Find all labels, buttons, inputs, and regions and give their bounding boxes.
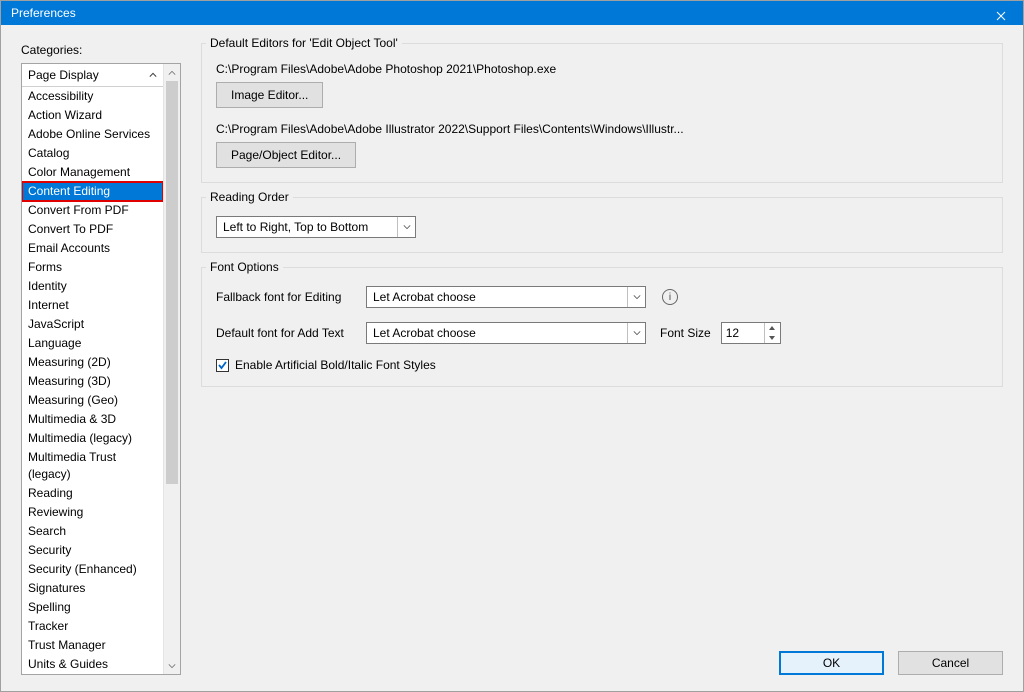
reading-order-group: Reading Order Left to Right, Top to Bott…	[201, 197, 1003, 253]
category-item[interactable]: Catalog	[22, 144, 163, 163]
category-item[interactable]: Measuring (2D)	[22, 353, 163, 372]
select-arrow	[397, 217, 415, 237]
category-item[interactable]: Content Editing	[22, 182, 163, 201]
category-item[interactable]: Identity	[22, 277, 163, 296]
reading-order-legend: Reading Order	[206, 190, 293, 204]
info-icon[interactable]: i	[662, 289, 678, 305]
categories-scrollbar[interactable]	[163, 64, 180, 674]
image-editor-button[interactable]: Image Editor...	[216, 82, 323, 108]
category-item[interactable]: Search	[22, 522, 163, 541]
chevron-down-icon	[769, 336, 775, 340]
select-arrow	[627, 323, 645, 343]
category-item[interactable]: Tracker	[22, 617, 163, 636]
category-item[interactable]: Reviewing	[22, 503, 163, 522]
fallback-font-row: Fallback font for Editing Let Acrobat ch…	[216, 286, 988, 308]
category-item[interactable]: Action Wizard	[22, 106, 163, 125]
category-item[interactable]: Internet	[22, 296, 163, 315]
categories-header-text: Page Display	[28, 68, 99, 82]
categories-items: AccessibilityAction WizardAdobe Online S…	[22, 87, 163, 674]
chevron-up-icon	[769, 326, 775, 330]
spinner-buttons	[764, 323, 780, 343]
check-icon	[217, 360, 228, 371]
chevron-down-icon	[168, 662, 176, 670]
reading-order-value: Left to Right, Top to Bottom	[223, 220, 368, 234]
artificial-styles-row: Enable Artificial Bold/Italic Font Style…	[216, 358, 988, 372]
close-icon	[996, 11, 1006, 21]
category-item[interactable]: Reading	[22, 484, 163, 503]
dialog-body: Categories: Page Display AccessibilityAc…	[1, 25, 1023, 691]
category-item[interactable]: Units & Guides	[22, 655, 163, 674]
categories-label: Categories:	[21, 43, 181, 57]
fallback-font-label: Fallback font for Editing	[216, 290, 356, 304]
category-item[interactable]: Color Management	[22, 163, 163, 182]
category-item[interactable]: Convert To PDF	[22, 220, 163, 239]
page-editor-path: C:\Program Files\Adobe\Adobe Illustrator…	[216, 122, 988, 136]
category-item[interactable]: JavaScript	[22, 315, 163, 334]
category-item[interactable]: Measuring (Geo)	[22, 391, 163, 410]
default-editors-group: Default Editors for 'Edit Object Tool' C…	[201, 43, 1003, 183]
spinner-up[interactable]	[765, 323, 780, 333]
ok-button[interactable]: OK	[779, 651, 884, 675]
scroll-thumb[interactable]	[166, 81, 178, 484]
scroll-down-button[interactable]	[164, 657, 180, 674]
page-editor-row: C:\Program Files\Adobe\Adobe Illustrator…	[216, 122, 988, 168]
category-item[interactable]: Adobe Online Services	[22, 125, 163, 144]
image-editor-row: C:\Program Files\Adobe\Adobe Photoshop 2…	[216, 62, 988, 108]
categories-list-wrap: Page Display AccessibilityAction WizardA…	[21, 63, 181, 675]
chevron-down-icon	[633, 293, 641, 301]
category-item[interactable]: Accessibility	[22, 87, 163, 106]
category-item[interactable]: Multimedia & 3D	[22, 410, 163, 429]
settings-panel: Default Editors for 'Edit Object Tool' C…	[201, 43, 1003, 675]
default-editors-legend: Default Editors for 'Edit Object Tool'	[206, 36, 402, 50]
font-size-value: 12	[726, 326, 739, 340]
category-item[interactable]: Multimedia Trust (legacy)	[22, 448, 163, 484]
fallback-font-value: Let Acrobat choose	[373, 290, 476, 304]
artificial-styles-checkbox[interactable]	[216, 359, 229, 372]
font-options-group: Font Options Fallback font for Editing L…	[201, 267, 1003, 387]
spinner-down[interactable]	[765, 333, 780, 343]
default-font-select[interactable]: Let Acrobat choose	[366, 322, 646, 344]
titlebar: Preferences	[1, 1, 1023, 25]
category-item[interactable]: Forms	[22, 258, 163, 277]
cancel-button[interactable]: Cancel	[898, 651, 1003, 675]
font-options-legend: Font Options	[206, 260, 283, 274]
categories-listbox[interactable]: Page Display AccessibilityAction WizardA…	[22, 64, 163, 674]
window-title: Preferences	[11, 6, 76, 20]
image-editor-path: C:\Program Files\Adobe\Adobe Photoshop 2…	[216, 62, 988, 76]
reading-order-select[interactable]: Left to Right, Top to Bottom	[216, 216, 416, 238]
default-font-value: Let Acrobat choose	[373, 326, 476, 340]
dialog-footer: OK Cancel	[201, 651, 1003, 675]
default-font-label: Default font for Add Text	[216, 326, 356, 340]
category-item[interactable]: Trust Manager	[22, 636, 163, 655]
category-item[interactable]: Multimedia (legacy)	[22, 429, 163, 448]
category-item[interactable]: Security (Enhanced)	[22, 560, 163, 579]
categories-panel: Categories: Page Display AccessibilityAc…	[21, 43, 181, 675]
close-button[interactable]	[978, 1, 1023, 31]
chevron-down-icon	[633, 329, 641, 337]
font-size-label: Font Size	[660, 326, 711, 340]
categories-header[interactable]: Page Display	[22, 64, 163, 87]
category-item[interactable]: Spelling	[22, 598, 163, 617]
category-item[interactable]: Measuring (3D)	[22, 372, 163, 391]
scroll-track[interactable]	[164, 81, 180, 657]
default-font-row: Default font for Add Text Let Acrobat ch…	[216, 322, 988, 344]
fallback-font-select[interactable]: Let Acrobat choose	[366, 286, 646, 308]
category-item[interactable]: Security	[22, 541, 163, 560]
select-arrow	[627, 287, 645, 307]
category-item[interactable]: Signatures	[22, 579, 163, 598]
chevron-up-icon	[168, 69, 176, 77]
category-item[interactable]: Email Accounts	[22, 239, 163, 258]
category-item[interactable]: Language	[22, 334, 163, 353]
page-editor-button[interactable]: Page/Object Editor...	[216, 142, 356, 168]
chevron-down-icon	[403, 223, 411, 231]
chevron-up-icon	[149, 71, 157, 79]
preferences-dialog: Preferences Categories: Page Display Acc…	[0, 0, 1024, 692]
category-item[interactable]: Convert From PDF	[22, 201, 163, 220]
artificial-styles-label: Enable Artificial Bold/Italic Font Style…	[235, 358, 436, 372]
font-size-spinner[interactable]: 12	[721, 322, 781, 344]
scroll-up-button[interactable]	[164, 64, 180, 81]
